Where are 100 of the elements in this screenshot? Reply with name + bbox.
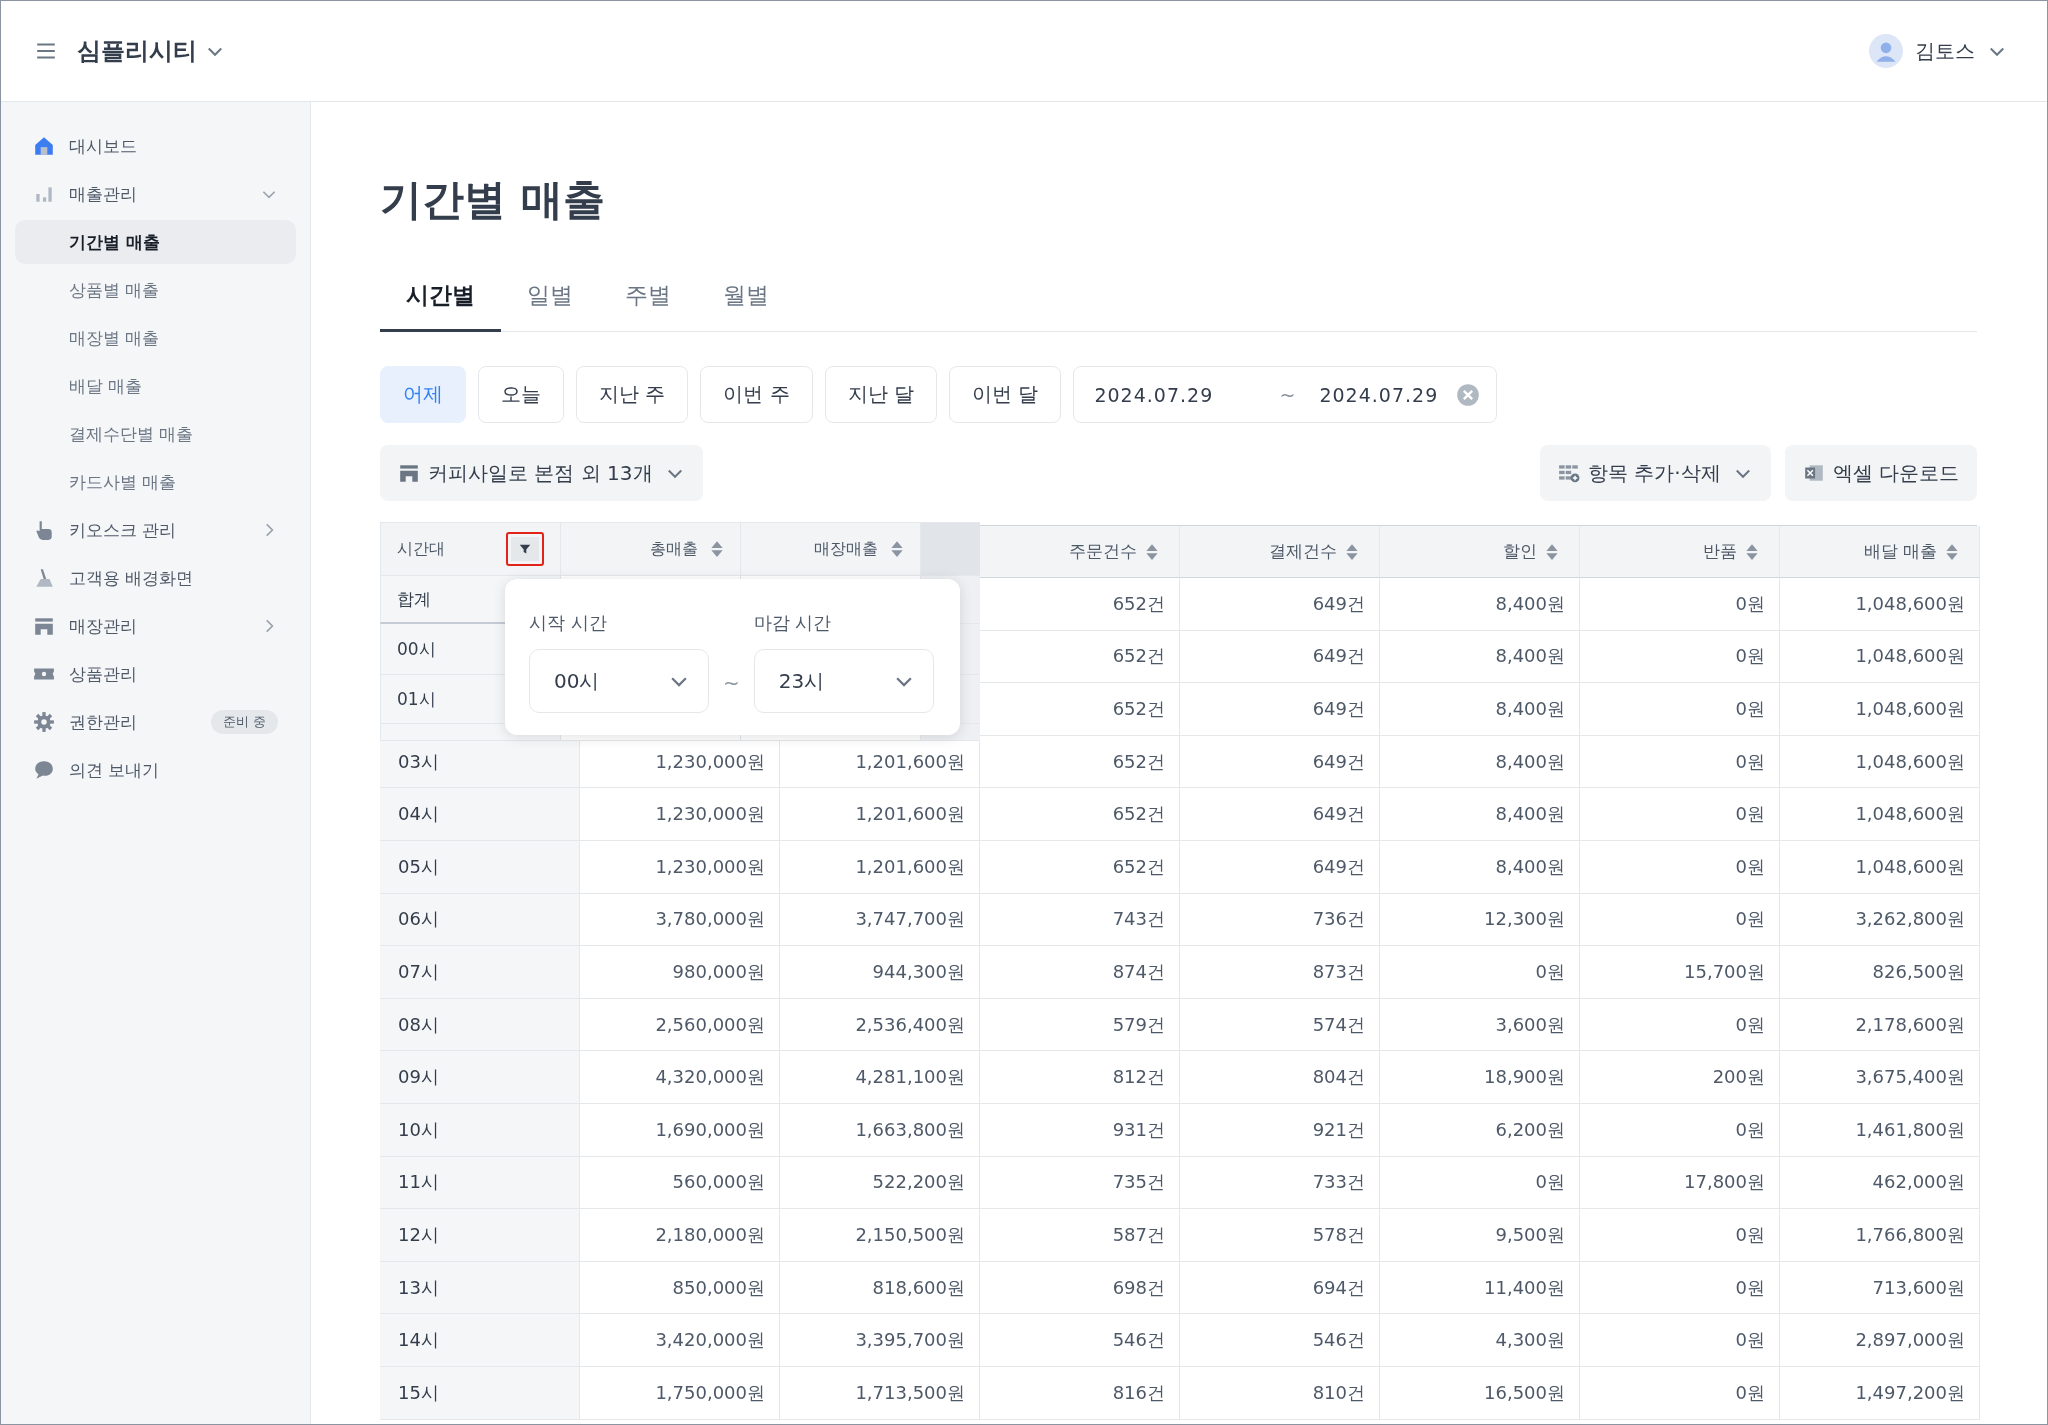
date-range-button[interactable]: 이번 주 [700,366,813,423]
table-cell: 850,000원 [580,1261,780,1315]
field-label: 마감 시간 [753,611,833,635]
table-cell: 12,300원 [1380,893,1580,947]
sidebar-item[interactable]: 상품관리 [15,652,296,696]
table-cell: 578건 [1180,1209,1380,1262]
date-range-button[interactable]: 이번 달 [949,366,1062,423]
sidebar-subitem[interactable]: 배달 매출 [15,364,296,408]
user-menu[interactable]: 김토스 [1863,33,2013,69]
column-header[interactable]: 결제건수 [1180,526,1380,578]
table-cell: 2,536,400원 [780,998,980,1052]
column-header[interactable]: 배달 매출 [1780,526,1980,578]
filter-button[interactable] [506,532,544,566]
table-cell: 0원 [1580,840,1780,894]
table-cell: 736건 [1180,893,1380,947]
table-cell: 826,500원 [1780,946,1980,999]
table-cell: 0원 [1580,1261,1780,1315]
sidebar-item[interactable]: 키오스크 관리 [15,508,296,552]
sort-icon[interactable] [1145,542,1159,561]
chat-bubble-icon [33,759,55,781]
table-cell: 1,048,600원 [1780,630,1980,684]
sidebar-subitem[interactable]: 상품별 매출 [15,268,296,312]
sort-icon[interactable] [890,540,904,558]
table-cell: 0원 [1580,630,1780,684]
sidebar-subitem[interactable]: 기간별 매출 [15,220,296,264]
table-cell: 10시 [380,1103,580,1157]
sort-icon[interactable] [1545,542,1559,561]
table-cell: 1,048,600원 [1780,683,1980,736]
table-cell: 522,200원 [780,1156,980,1210]
table-cell: 18,900원 [1380,1051,1580,1104]
sidebar-item[interactable]: 권한관리 준비 중 [15,700,296,744]
column-header[interactable]: 주문건수 [980,526,1180,578]
table-cell: 1,048,600원 [1780,788,1980,841]
table-cell: 2,180,000원 [580,1209,780,1262]
table-cell: 0원 [1580,735,1780,789]
sort-icon[interactable] [1945,542,1959,561]
table-cell: 1,713,500원 [780,1366,980,1420]
tab[interactable]: 주별 [599,280,697,332]
workspace-selector[interactable]: 심플리시티 [77,35,225,67]
sort-icon[interactable] [1745,542,1759,561]
tab[interactable]: 시간별 [380,280,501,332]
table-cell: 1,048,600원 [1780,840,1980,894]
table-cell: 698건 [980,1261,1180,1315]
column-settings-dropdown[interactable]: 항목 추가·삭제 [1539,445,1771,501]
spreadsheet-icon [1802,462,1825,484]
table-cell: 08시 [380,998,580,1052]
table-cell: 649건 [1180,630,1380,684]
menu-icon[interactable] [35,40,57,62]
sidebar-subitem[interactable]: 카드사별 매출 [15,460,296,504]
date-range-button[interactable]: 지난 주 [576,366,689,423]
table-cell: 3,262,800원 [1780,893,1980,947]
table-cell: 04시 [380,788,580,841]
tab[interactable]: 월별 [697,280,795,332]
table-cell: 2,178,600원 [1780,998,1980,1052]
sidebar-item[interactable]: 매장관리 [15,604,296,648]
sidebar-subitem[interactable]: 결제수단별 매출 [15,412,296,456]
filter-icon [518,542,532,556]
home-icon [33,135,55,157]
sidebar-item[interactable]: 매출관리 [15,172,296,216]
date-range-button[interactable]: 오늘 [478,366,564,423]
date-range-field[interactable]: 2024.07.29 ~ 2024.07.29 [1073,366,1498,423]
sidebar-item[interactable]: 대시보드 [15,124,296,168]
table-cell: 2,897,000원 [1780,1314,1980,1367]
column-header[interactable]: 반품 [1580,526,1780,578]
sort-icon[interactable] [1345,542,1359,561]
table-cell: 15시 [380,1366,580,1420]
table-cell: 652건 [980,788,1180,841]
column-header[interactable]: 할인 [1380,526,1580,578]
clear-icon[interactable] [1456,382,1481,407]
table-cell: 1,690,000원 [580,1103,780,1157]
table-cell: 579건 [980,998,1180,1052]
table-cell: 812건 [980,1051,1180,1104]
sidebar-item[interactable]: 고객용 배경화면 [15,556,296,600]
excel-download-button[interactable]: 엑셀 다운로드 [1784,445,1977,501]
tab[interactable]: 일별 [501,280,599,332]
table-cell: 0원 [1380,946,1580,999]
sort-icon[interactable] [710,540,724,558]
table-cell: 649건 [1180,788,1380,841]
table-cell: 652건 [980,735,1180,789]
date-range-button[interactable]: 지난 달 [824,366,938,423]
table-cell: 0원 [1580,1314,1780,1367]
table-cell: 8,400원 [1380,788,1580,841]
table-cell: 1,048,600원 [1780,735,1980,789]
table-cell: 8,400원 [1380,630,1580,684]
table-cell: 652건 [980,840,1180,894]
table-cell: 07시 [380,946,580,999]
table-cell: 1,201,600원 [780,788,980,841]
table-cell: 3,780,000원 [580,893,780,947]
table-cell: 3,600원 [1380,998,1580,1052]
table-cell: 8,400원 [1380,840,1580,894]
store-filter-dropdown[interactable]: 커피사일로 본점 외 13개 [380,445,703,501]
sidebar-subitem[interactable]: 매장별 매출 [15,316,296,360]
table-cell: 0원 [1580,1366,1780,1420]
table-cell: 13시 [380,1261,580,1315]
table-cell: 1,766,800원 [1780,1209,1980,1262]
table-cell: 0원 [1380,1156,1580,1210]
sidebar-item[interactable]: 의견 보내기 [15,748,296,792]
end-time-select[interactable]: 23시 [753,649,934,713]
table-cell: 4,300원 [1380,1314,1580,1367]
table-cell: 3,420,000원 [580,1314,780,1367]
